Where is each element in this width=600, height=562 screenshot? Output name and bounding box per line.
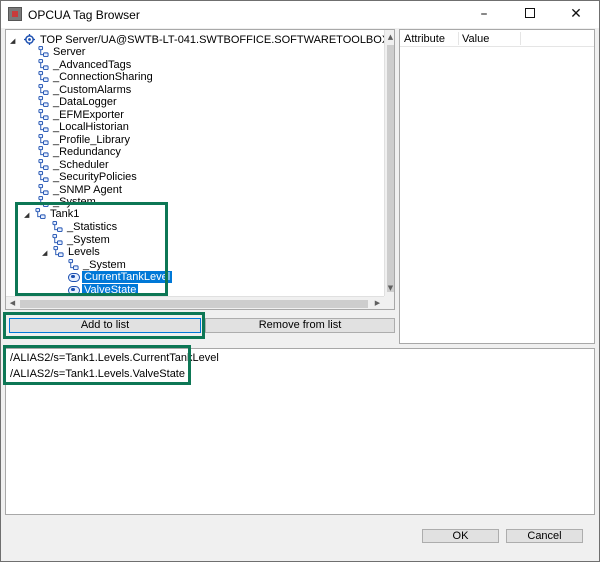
list-item[interactable]: /ALIAS2/s=Tank1.Levels.ValveState xyxy=(10,368,185,381)
folder-tree-icon xyxy=(68,259,79,270)
scroll-left-icon[interactable]: ◀ xyxy=(7,298,18,309)
expanded-icon[interactable]: ◢ xyxy=(10,35,15,47)
selected-tags-list[interactable]: /ALIAS2/s=Tank1.Levels.CurrentTankLevel … xyxy=(5,348,595,515)
folder-tree-icon xyxy=(52,221,63,232)
folder-tree-icon xyxy=(38,96,49,107)
remove-from-list-button[interactable]: Remove from list xyxy=(205,318,395,333)
tree-item-label: _EFMExporter xyxy=(53,108,124,121)
tree-item-label: _SecurityPolicies xyxy=(53,171,137,183)
column-header-value[interactable]: Value xyxy=(462,33,489,45)
column-header-attribute[interactable]: Attribute xyxy=(404,33,445,45)
opcua-tag-browser-window: OPCUA Tag Browser – ✕ ◢ TOP Server/UA@SW… xyxy=(0,0,600,562)
scroll-down-icon[interactable]: ▼ xyxy=(386,283,394,294)
maximize-icon xyxy=(525,7,535,18)
attributes-header: Attribute Value xyxy=(400,30,594,47)
folder-tree-icon xyxy=(38,171,49,182)
folder-tree-icon xyxy=(38,183,49,195)
tag-icon xyxy=(68,273,80,282)
folder-tree-icon xyxy=(38,46,49,57)
tree-item-label: _System xyxy=(83,259,126,271)
minimize-button[interactable]: – xyxy=(461,1,507,28)
tree-item-label: _Scheduler xyxy=(53,158,109,171)
close-button[interactable]: ✕ xyxy=(553,1,599,28)
attributes-panel[interactable]: Attribute Value xyxy=(399,29,595,344)
tag-tree[interactable]: ◢ TOP Server/UA@SWTB-LT-041.SWTBOFFICE.S… xyxy=(5,29,395,310)
folder-tree-icon xyxy=(38,121,49,132)
tree-root[interactable]: ◢ TOP Server/UA@SWTB-LT-041.SWTBOFFICE.S… xyxy=(10,34,394,47)
tree-item-label: Levels xyxy=(68,246,100,258)
tree-item-label: _Statistics xyxy=(67,221,118,233)
tree-root-label: TOP Server/UA@SWTB-LT-041.SWTBOFFICE.SOF… xyxy=(40,34,395,46)
tree-item-label: _CustomAlarms xyxy=(53,83,132,96)
vertical-scroll-thumb[interactable] xyxy=(387,45,394,292)
folder-tree-icon xyxy=(52,233,63,245)
tree-item-label: _Profile_Library xyxy=(53,133,131,146)
tree-horizontal-scrollbar[interactable]: ◀ ▶ xyxy=(6,296,384,309)
folder-tree-icon xyxy=(38,133,49,145)
tag-icon xyxy=(68,285,80,295)
tree-item-label: _DataLogger xyxy=(53,96,117,108)
tree-item-label: _System xyxy=(53,196,96,208)
expanded-icon[interactable]: ◢ xyxy=(42,247,47,259)
title-bar[interactable]: OPCUA Tag Browser – ✕ xyxy=(1,1,599,28)
folder-tree-icon xyxy=(35,208,46,219)
server-gear-icon xyxy=(24,34,35,45)
list-item[interactable]: /ALIAS2/s=Tank1.Levels.CurrentTankLevel xyxy=(10,352,219,365)
ok-button[interactable]: OK xyxy=(422,529,499,543)
cancel-button[interactable]: Cancel xyxy=(506,529,583,543)
folder-tree-icon xyxy=(38,83,49,95)
tree-item-label: Server xyxy=(53,46,86,58)
tree-item-label: Tank1 xyxy=(50,208,80,220)
folder-tree-icon xyxy=(38,71,49,82)
scroll-right-icon[interactable]: ▶ xyxy=(372,298,383,309)
folder-tree-icon xyxy=(38,146,49,157)
tree-item-label: _Redundancy xyxy=(53,146,121,158)
column-divider[interactable] xyxy=(520,32,521,45)
scroll-corner xyxy=(384,296,394,309)
tree-tag-label: CurrentTankLevel xyxy=(82,271,173,283)
folder-tree-icon xyxy=(38,58,49,70)
tree-tag-label: ValveState xyxy=(82,283,139,296)
opc-app-icon xyxy=(8,7,22,21)
add-to-list-button[interactable]: Add to list xyxy=(9,318,201,333)
expanded-icon[interactable]: ◢ xyxy=(24,209,29,221)
folder-tree-icon xyxy=(38,196,49,207)
tree-item-label: _System xyxy=(67,233,110,246)
folder-tree-icon xyxy=(38,108,49,120)
tree-item-label: _ConnectionSharing xyxy=(53,71,153,83)
tree-item-label: _SNMP Agent xyxy=(53,183,122,196)
tree-item-label: _LocalHistorian xyxy=(53,121,129,133)
tree-item-label: _AdvancedTags xyxy=(53,58,132,71)
folder-tree-icon xyxy=(38,158,49,170)
scroll-up-icon[interactable]: ▲ xyxy=(386,32,394,43)
maximize-button[interactable] xyxy=(507,1,553,28)
folder-tree-icon xyxy=(53,246,64,257)
tree-vertical-scrollbar[interactable]: ▲ ▼ xyxy=(384,30,394,309)
horizontal-scroll-thumb[interactable] xyxy=(20,300,368,308)
window-title: OPCUA Tag Browser xyxy=(28,8,140,22)
column-divider[interactable] xyxy=(458,32,459,45)
